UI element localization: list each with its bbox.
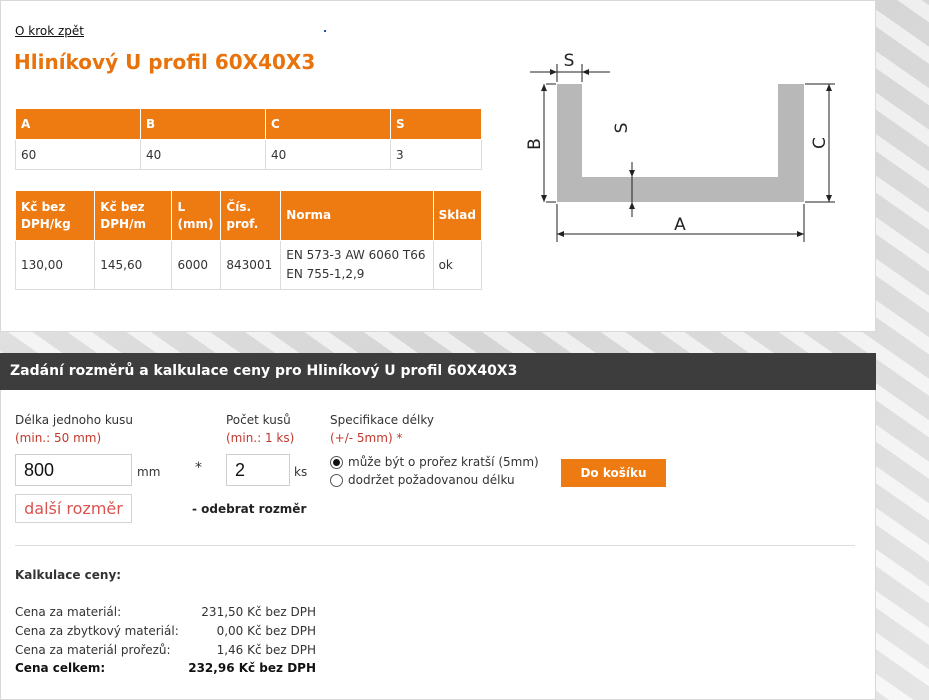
profile-shape	[557, 84, 804, 202]
header-b: B	[140, 108, 266, 140]
decorative-dot	[324, 30, 326, 32]
value-c: 40	[265, 139, 391, 170]
label-c: C	[810, 137, 830, 149]
header-price-kg: Kč bez DPH/kg	[14, 190, 96, 241]
product-info-table: Kč bez DPH/kg Kč bez DPH/m L (mm) Čís. prof.…	[14, 190, 483, 290]
u-profile-diagram: S S B C A	[525, 51, 835, 242]
length-input[interactable]	[15, 454, 132, 486]
option-label: dodržet požadovanou délku	[348, 473, 515, 487]
length-tolerance-hint: (+/- 5mm) *	[330, 431, 403, 445]
divider	[15, 545, 855, 546]
quantity-label: Počet kusů	[226, 413, 291, 427]
length-min-hint: (min.: 50 mm)	[15, 431, 102, 445]
table-row: 130,00 145,60 6000 843001 EN 573-3 AW 60…	[14, 240, 483, 290]
length-unit: mm	[137, 465, 161, 479]
material-price-value: 231,50 Kč bez DPH	[201, 605, 316, 619]
cell-price-m: 145,60	[94, 240, 173, 290]
back-link[interactable]: O krok zpět	[15, 24, 84, 38]
table-header-row: A B C S	[15, 108, 482, 140]
cut-price-value: 1,46 Kč bez DPH	[216, 643, 316, 657]
label-a: A	[674, 215, 686, 235]
header-stock: Sklad	[432, 190, 483, 241]
cell-profile-no: 843001	[220, 240, 282, 290]
cell-length: 6000	[171, 240, 222, 290]
calculation-heading: Zadání rozměrů a kalkulace ceny pro Hlin…	[0, 353, 876, 390]
header-s: S	[390, 108, 482, 140]
header-a: A	[15, 108, 141, 140]
total-price-value: 232,96 Kč bez DPH	[188, 661, 316, 675]
value-b: 40	[140, 139, 266, 170]
value-a: 60	[15, 139, 141, 170]
length-label: Délka jednoho kusu	[15, 413, 133, 427]
cell-stock: ok	[432, 240, 483, 290]
cell-norm: EN 573-3 AW 6060 T66 EN 755-1,2,9	[280, 240, 434, 290]
add-dimension-button[interactable]: další rozměr	[15, 494, 132, 523]
header-c: C	[265, 108, 391, 140]
option-label: může být o prořez kratší (5mm)	[348, 455, 539, 469]
remnant-price-label: Cena za zbytkový materiál:	[15, 624, 179, 638]
dimensions-table: A B C S 60 40 40 3	[15, 108, 482, 170]
value-s: 3	[390, 139, 482, 170]
remove-dimension-link[interactable]: - odebrat rozměr	[192, 502, 306, 516]
table-row: 60 40 40 3	[15, 139, 482, 170]
label-s-side: S	[612, 123, 632, 134]
option-exact-length[interactable]: dodržet požadovanou délku	[330, 473, 515, 487]
product-title: Hliníkový U profil 60X40X3	[14, 50, 316, 74]
header-price-m: Kč bez DPH/m	[94, 190, 173, 241]
quantity-input[interactable]	[226, 454, 290, 486]
cut-price-label: Cena za materiál prořezů:	[15, 643, 171, 657]
add-to-cart-button[interactable]: Do košíku	[561, 459, 666, 487]
radio-selected-icon[interactable]	[330, 455, 343, 469]
header-profile-no: Čís. prof.	[220, 190, 282, 241]
label-s-top: S	[564, 51, 575, 71]
header-norm: Norma	[280, 190, 434, 241]
multiply-sign: *	[195, 460, 202, 476]
quantity-min-hint: (min.: 1 ks)	[226, 431, 295, 445]
header-length: L (mm)	[171, 190, 222, 241]
total-price-label: Cena celkem:	[15, 661, 106, 675]
calculation-summary-title: Kalkulace ceny:	[15, 568, 122, 582]
option-shorter-cut[interactable]: může být o prořez kratší (5mm)	[330, 455, 539, 469]
remnant-price-value: 0,00 Kč bez DPH	[216, 624, 316, 638]
quantity-unit: ks	[294, 465, 308, 479]
radio-unselected-icon[interactable]	[330, 473, 343, 487]
label-b: B	[525, 138, 545, 150]
material-price-label: Cena za materiál:	[15, 605, 122, 619]
cell-price-kg: 130,00	[14, 240, 96, 290]
table-header-row: Kč bez DPH/kg Kč bez DPH/m L (mm) Čís. prof.…	[14, 190, 483, 241]
length-spec-label: Specifikace délky	[330, 413, 434, 427]
